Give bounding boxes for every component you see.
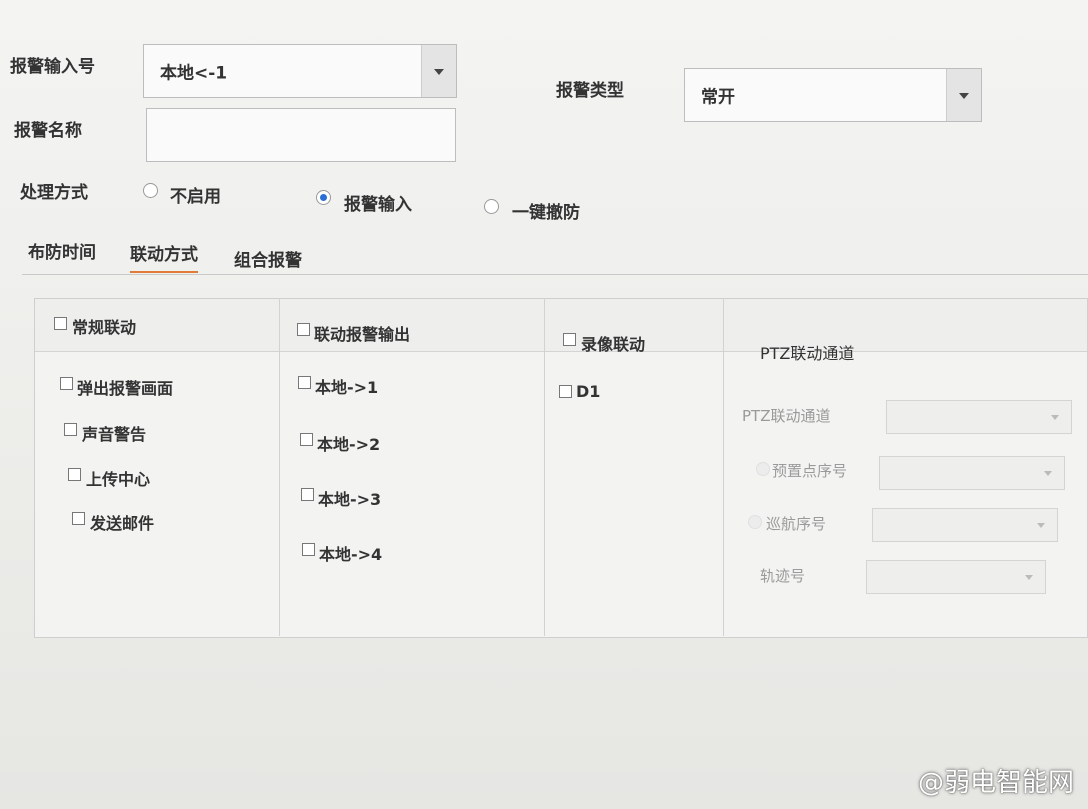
alarm-type-select[interactable]: 常开 [684, 68, 982, 122]
tab-combined-alarm[interactable]: 组合报警 [234, 246, 302, 271]
alarm-input-select[interactable]: 本地<-1 [143, 44, 457, 98]
alarm-name-input[interactable] [146, 108, 456, 162]
column-divider [544, 298, 545, 636]
ptz-header: PTZ联动通道 [760, 344, 855, 363]
chevron-down-icon[interactable] [946, 69, 981, 121]
column-divider [723, 298, 724, 636]
radio-disabled-label: 不启用 [170, 187, 221, 207]
send-email-label: 发送邮件 [90, 514, 155, 533]
preset-select[interactable] [879, 456, 1065, 490]
audio-warning-checkbox[interactable] [64, 423, 77, 436]
preset-label: 预置点序号 [772, 462, 848, 480]
output-1-label: 本地->1 [315, 378, 379, 397]
popup-alarm-checkbox[interactable] [60, 377, 73, 390]
alarm-output-header: 联动报警输出 [314, 325, 411, 344]
output-3-label: 本地->3 [318, 490, 382, 509]
radio-alarm-input-label: 报警输入 [344, 195, 412, 215]
ptz-channel-select[interactable] [886, 400, 1072, 434]
cruise-label: 巡航序号 [766, 515, 827, 533]
tab-linkage[interactable]: 联动方式 [130, 240, 198, 273]
track-label: 轨迹号 [760, 567, 806, 585]
output-4-label: 本地->4 [319, 545, 383, 564]
audio-warning-label: 声音警告 [82, 425, 147, 444]
output-1-checkbox[interactable] [298, 376, 311, 389]
handling-label: 处理方式 [20, 183, 88, 203]
watermark-text: @弱电智能网 [917, 768, 1074, 798]
output-2-checkbox[interactable] [300, 433, 313, 446]
alarm-input-label: 报警输入号 [10, 57, 95, 77]
channel-d1-label: D1 [576, 382, 601, 401]
chevron-down-icon[interactable] [421, 45, 456, 97]
tab-arm-schedule[interactable]: 布防时间 [28, 238, 96, 263]
general-linkage-header: 常规联动 [72, 318, 137, 337]
popup-alarm-label: 弹出报警画面 [77, 379, 174, 398]
preset-radio[interactable] [756, 462, 770, 476]
send-email-checkbox[interactable] [72, 512, 85, 525]
record-linkage-checkbox[interactable] [563, 333, 576, 346]
radio-alarm-input[interactable] [316, 190, 331, 205]
radio-disabled[interactable] [143, 183, 158, 198]
output-4-checkbox[interactable] [302, 543, 315, 556]
tab-divider [22, 274, 1088, 275]
channel-d1-checkbox[interactable] [559, 385, 572, 398]
cruise-select[interactable] [872, 508, 1058, 542]
alarm-type-label: 报警类型 [556, 81, 624, 101]
ptz-channel-label: PTZ联动通道 [742, 407, 831, 425]
radio-one-key-disarm[interactable] [484, 199, 499, 214]
radio-one-key-disarm-label: 一键撤防 [512, 203, 580, 223]
output-3-checkbox[interactable] [301, 488, 314, 501]
alarm-output-checkbox[interactable] [297, 323, 310, 336]
alarm-name-label: 报警名称 [14, 121, 82, 141]
alarm-input-value: 本地<-1 [160, 63, 228, 84]
cruise-radio[interactable] [748, 515, 762, 529]
general-linkage-checkbox[interactable] [54, 317, 67, 330]
alarm-input-settings-page: 报警输入号 本地<-1 报警类型 常开 报警名称 处理方式 不启用 报警输入 一… [0, 0, 1088, 809]
upload-center-label: 上传中心 [86, 470, 151, 489]
output-2-label: 本地->2 [317, 435, 381, 454]
alarm-type-value: 常开 [701, 87, 735, 108]
track-select[interactable] [866, 560, 1046, 594]
column-divider [279, 298, 280, 636]
record-linkage-header: 录像联动 [581, 335, 646, 354]
upload-center-checkbox[interactable] [68, 468, 81, 481]
